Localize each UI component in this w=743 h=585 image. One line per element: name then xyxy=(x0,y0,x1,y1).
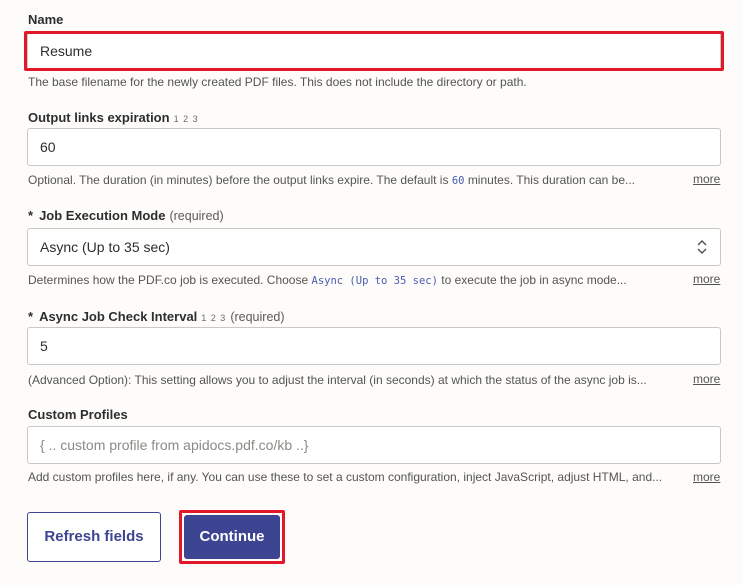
mode-help-pre: Determines how the PDF.co job is execute… xyxy=(28,273,309,287)
mode-select-value: Async (Up to 35 sec) xyxy=(40,239,170,255)
interval-more-link[interactable]: more xyxy=(693,372,720,386)
chevron-up-down-icon xyxy=(697,239,707,255)
interval-label-text: Async Job Check Interval xyxy=(39,309,198,324)
expiration-input[interactable]: 60 xyxy=(27,128,721,166)
profiles-more-link[interactable]: more xyxy=(693,470,720,484)
required-text: (required) xyxy=(230,310,285,324)
number-type-hint: 1 2 3 xyxy=(201,313,227,323)
mode-help-code: Async (Up to 35 sec) xyxy=(311,275,438,287)
mode-help: Determines how the PDF.co job is execute… xyxy=(28,273,688,287)
expiration-label-text: Output links expiration xyxy=(28,110,170,125)
expiration-help-code: 60 xyxy=(451,175,465,187)
mode-label: * Job Execution Mode (required) xyxy=(28,208,224,223)
expiration-label: Output links expiration 1 2 3 xyxy=(28,110,199,125)
mode-select[interactable]: Async (Up to 35 sec) xyxy=(27,228,721,266)
interval-help: (Advanced Option): This setting allows y… xyxy=(28,373,647,387)
required-mark: * xyxy=(28,208,34,223)
profiles-input[interactable]: { .. custom profile from apidocs.pdf.co/… xyxy=(27,426,721,464)
expiration-help-pre: Optional. The duration (in minutes) befo… xyxy=(28,173,449,187)
name-highlight xyxy=(24,31,724,71)
expiration-help-post: minutes. This duration can be... xyxy=(467,173,636,187)
profiles-label: Custom Profiles xyxy=(28,407,128,422)
interval-input[interactable]: 5 xyxy=(27,327,721,365)
name-help: The base filename for the newly created … xyxy=(28,75,527,89)
required-mark: * xyxy=(28,309,34,324)
number-type-hint: 1 2 3 xyxy=(173,114,199,124)
mode-label-text: Job Execution Mode xyxy=(39,208,166,223)
profiles-help: Add custom profiles here, if any. You ca… xyxy=(28,470,663,484)
mode-help-post: to execute the job in async mode... xyxy=(441,273,627,287)
expiration-more-link[interactable]: more xyxy=(693,172,720,186)
mode-more-link[interactable]: more xyxy=(693,272,720,286)
interval-label: * Async Job Check Interval 1 2 3 (required) xyxy=(28,309,285,324)
continue-button[interactable]: Continue xyxy=(184,515,280,559)
required-text: (required) xyxy=(169,209,224,223)
expiration-help: Optional. The duration (in minutes) befo… xyxy=(28,173,688,187)
name-label: Name xyxy=(28,12,64,27)
refresh-fields-button[interactable]: Refresh fields xyxy=(27,512,161,562)
